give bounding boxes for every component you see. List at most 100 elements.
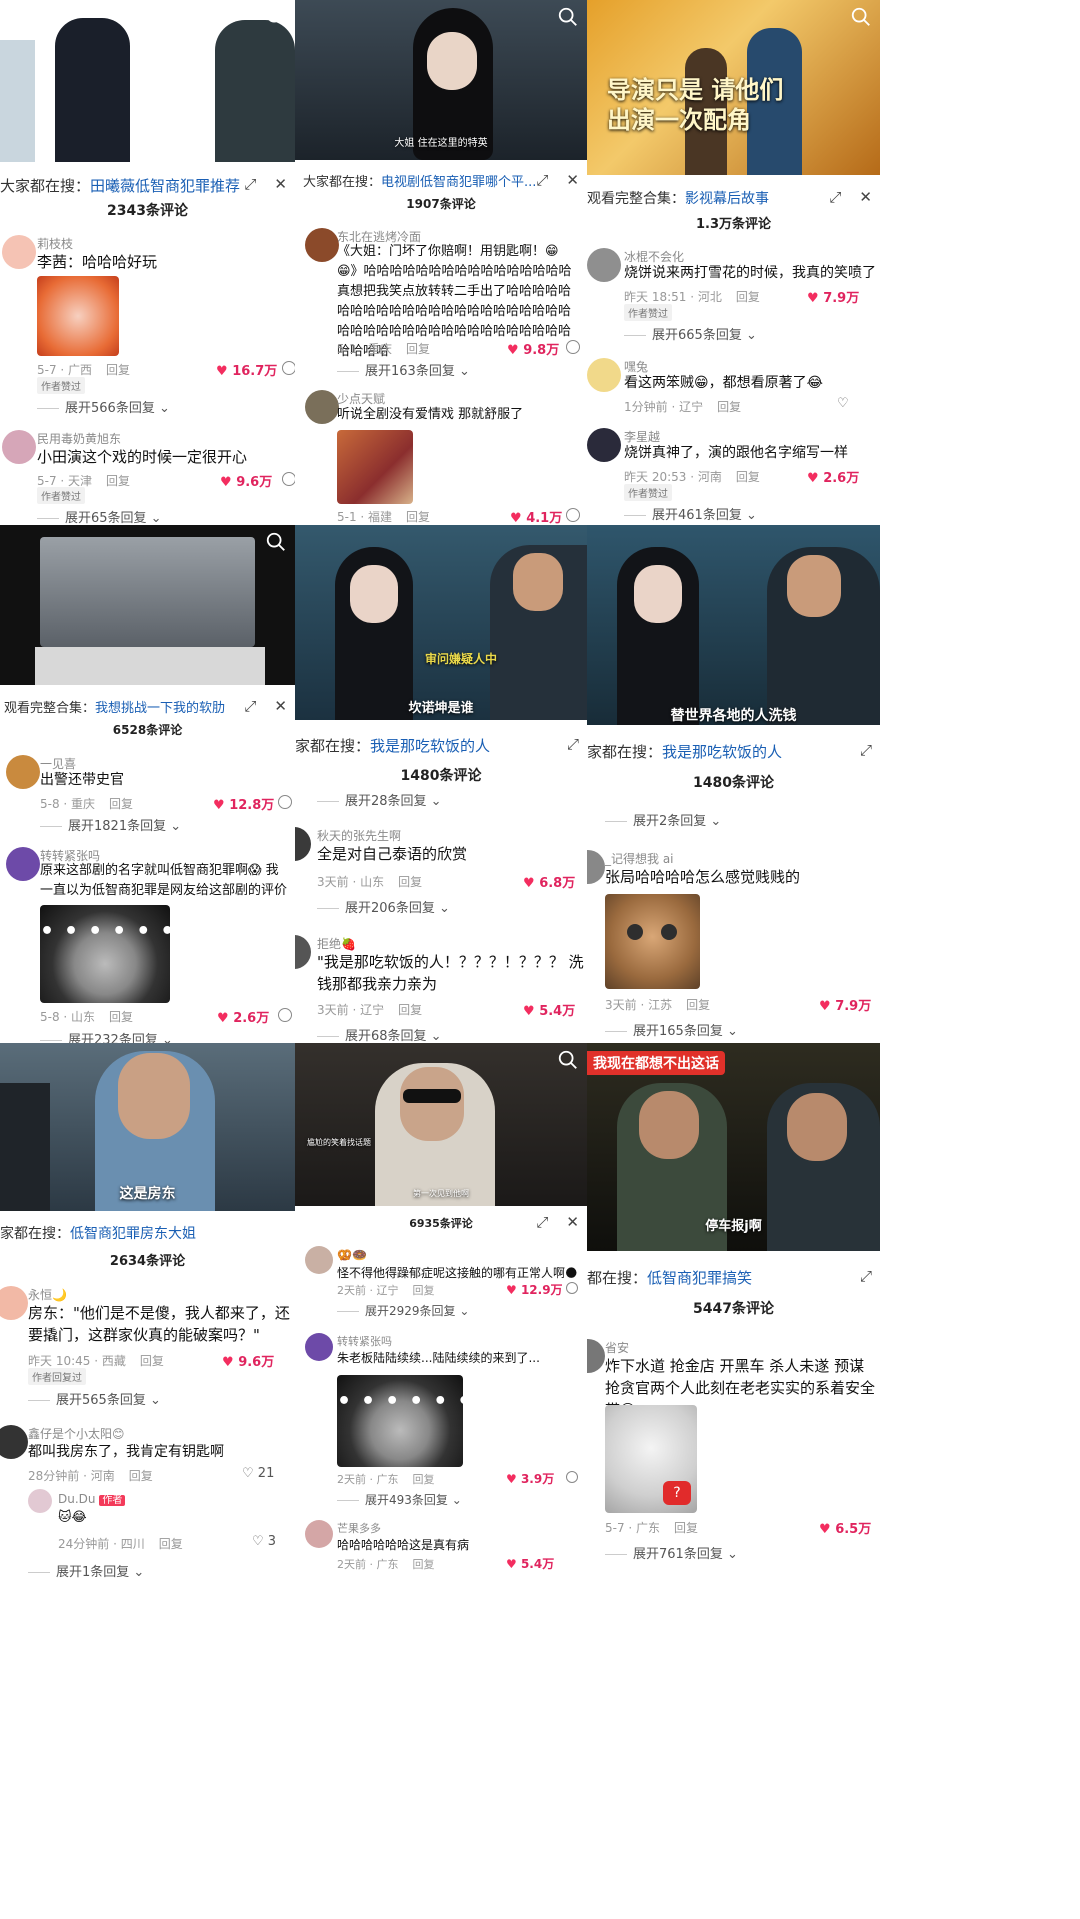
avatar[interactable]: [587, 358, 621, 392]
search-keyword[interactable]: 田曦薇低智商犯罪推荐: [90, 177, 240, 195]
username[interactable]: 民用毒奶黄旭东: [37, 430, 121, 447]
close-icon[interactable]: ✕: [566, 171, 579, 189]
expand-replies[interactable]: 展开65条回复 ⌄: [37, 507, 162, 525]
expand-replies[interactable]: 展开461条回复 ⌄: [624, 504, 757, 523]
dislike-icon[interactable]: [278, 795, 292, 809]
fullscreen-icon[interactable]: ⤢: [244, 175, 256, 193]
search-keyword[interactable]: 我是那吃软饭的人: [370, 737, 490, 755]
username[interactable]: 拒绝🍓: [317, 935, 356, 952]
like-button[interactable]: ♥ 7.9万: [807, 287, 859, 306]
like-button[interactable]: ♥ 4.1万: [510, 507, 562, 525]
reply-button[interactable]: 回复: [106, 474, 130, 488]
avatar[interactable]: [587, 428, 621, 462]
search-keyword[interactable]: 低智商犯罪房东大姐: [70, 1226, 196, 1242]
like-button[interactable]: ♥ 5.4万: [506, 1555, 554, 1572]
expand-replies[interactable]: 展开232条回复 ⌄: [40, 1029, 173, 1043]
like-button[interactable]: ♡ 21: [242, 1466, 274, 1481]
expand-replies[interactable]: 展开68条回复 ⌄: [317, 1025, 442, 1043]
search-keyword[interactable]: 低智商犯罪搞笑: [647, 1269, 752, 1287]
meme-image[interactable]: ?: [605, 1405, 697, 1513]
reply-button[interactable]: 回复: [106, 363, 130, 377]
username[interactable]: 秋天的张先生啊: [317, 827, 401, 844]
avatar[interactable]: [305, 390, 339, 424]
reply-button[interactable]: 回复: [406, 510, 430, 524]
reply-button[interactable]: 回复: [398, 1003, 422, 1017]
reply-button[interactable]: 回复: [109, 797, 133, 811]
close-icon[interactable]: ✕: [566, 1213, 579, 1231]
like-button[interactable]: ♥ 5.4万: [523, 1000, 575, 1019]
like-button[interactable]: ♥ 3.9万: [506, 1470, 554, 1487]
search-keyword[interactable]: 我是那吃软饭的人: [662, 743, 782, 761]
expand-replies[interactable]: 展开2条回复 ⌄: [605, 810, 721, 829]
fullscreen-icon[interactable]: ⤢: [536, 1213, 548, 1231]
collection-link[interactable]: 我想挑战一下我的软肋: [95, 701, 225, 716]
like-button[interactable]: ♥ 6.5万: [819, 1518, 871, 1537]
avatar[interactable]: [6, 847, 40, 881]
fullscreen-icon[interactable]: ⤢: [860, 1267, 872, 1285]
expand-replies[interactable]: 展开2929条回复 ⌄: [337, 1302, 469, 1319]
search-suggestion[interactable]: 观看完整合集：影视幕后故事 ⤢ ✕: [587, 188, 880, 208]
avatar[interactable]: [587, 248, 621, 282]
search-suggestion[interactable]: 家都在搜：我是那吃软饭的人 ⤢: [587, 741, 880, 762]
dislike-icon[interactable]: [278, 1008, 292, 1022]
search-icon[interactable]: [557, 6, 579, 28]
expand-replies[interactable]: 展开566条回复 ⌄: [37, 397, 170, 416]
video-frame[interactable]: 审问嫌疑人中 坎诺坤是谁: [295, 525, 587, 720]
like-button[interactable]: ♥ 6.8万: [523, 872, 575, 891]
fullscreen-icon[interactable]: ⤢: [829, 188, 841, 206]
dislike-icon[interactable]: [282, 472, 295, 486]
reply-button[interactable]: 回复: [717, 400, 741, 414]
avatar[interactable]: [295, 827, 311, 861]
reply-button[interactable]: 回复: [686, 998, 710, 1012]
avatar[interactable]: [587, 1339, 605, 1373]
like-button[interactable]: ♥ 2.6万: [217, 1007, 269, 1026]
cat-image[interactable]: [605, 894, 700, 989]
avatar[interactable]: [295, 935, 311, 969]
reply-button[interactable]: 回复: [736, 470, 760, 484]
like-button[interactable]: ♥ 9.6万: [220, 471, 272, 490]
dislike-icon[interactable]: [566, 1282, 578, 1294]
reply-image[interactable]: [337, 430, 413, 504]
like-button[interactable]: ♥ 12.9万: [506, 1281, 563, 1298]
search-suggestion[interactable]: 大家都在搜：电视剧低智商犯罪哪个平... ⤢ ✕: [303, 171, 587, 190]
dislike-icon[interactable]: [566, 508, 580, 522]
expand-replies[interactable]: 展开493条回复 ⌄: [337, 1491, 462, 1508]
like-button[interactable]: ♥ 16.7万: [216, 360, 277, 379]
search-icon[interactable]: [265, 6, 287, 28]
username[interactable]: 永恒🌙: [28, 1286, 67, 1303]
avatar[interactable]: [305, 1333, 333, 1361]
dislike-icon[interactable]: [566, 1471, 578, 1483]
fullscreen-icon[interactable]: ⤢: [536, 171, 548, 189]
reply-button[interactable]: 回复: [413, 1558, 435, 1571]
search-suggestion[interactable]: 都在搜：低智商犯罪搞笑 ⤢: [587, 1267, 880, 1288]
expand-replies[interactable]: 展开1条回复 ⌄: [28, 1561, 144, 1580]
expand-replies[interactable]: 展开165条回复 ⌄: [605, 1020, 738, 1039]
reply-button[interactable]: 回复: [413, 1284, 435, 1297]
search-suggestion[interactable]: 家都在搜：低智商犯罪房东大姐: [0, 1223, 295, 1243]
username[interactable]: 莉枝枝: [37, 235, 73, 252]
reply-button[interactable]: 回复: [129, 1469, 153, 1483]
reply-button[interactable]: 回复: [674, 1521, 698, 1535]
avatar[interactable]: [0, 1425, 28, 1459]
video-frame[interactable]: 尴尬的笑着找话题 第一次见到他啊: [295, 1043, 587, 1206]
mouse-meme-image[interactable]: ••••••: [40, 905, 170, 1003]
avatar[interactable]: [305, 228, 339, 262]
expand-replies[interactable]: 展开665条回复 ⌄: [624, 324, 757, 343]
expand-replies[interactable]: 展开163条回复 ⌄: [337, 360, 470, 379]
avatar[interactable]: [2, 235, 36, 269]
sticker-image[interactable]: [37, 276, 119, 356]
video-frame[interactable]: [0, 0, 295, 162]
expand-replies[interactable]: 展开761条回复 ⌄: [605, 1543, 738, 1562]
expand-replies[interactable]: 展开1821条回复 ⌄: [40, 815, 181, 834]
search-icon[interactable]: [265, 531, 287, 553]
collection-header[interactable]: 观看完整合集：我想挑战一下我的软肋 ⤢ ✕: [4, 697, 295, 716]
username[interactable]: Du.Du 作者: [58, 1491, 126, 1506]
avatar[interactable]: [0, 1286, 28, 1320]
video-frame[interactable]: 大姐 住在这里的特英: [295, 0, 587, 160]
like-button[interactable]: ♥ 9.6万: [222, 1351, 274, 1370]
fullscreen-icon[interactable]: ⤢: [860, 741, 872, 759]
fullscreen-icon[interactable]: ⤢: [567, 735, 579, 753]
close-icon[interactable]: ✕: [859, 188, 872, 206]
username[interactable]: 省安: [605, 1339, 629, 1356]
close-icon[interactable]: ✕: [274, 697, 287, 715]
